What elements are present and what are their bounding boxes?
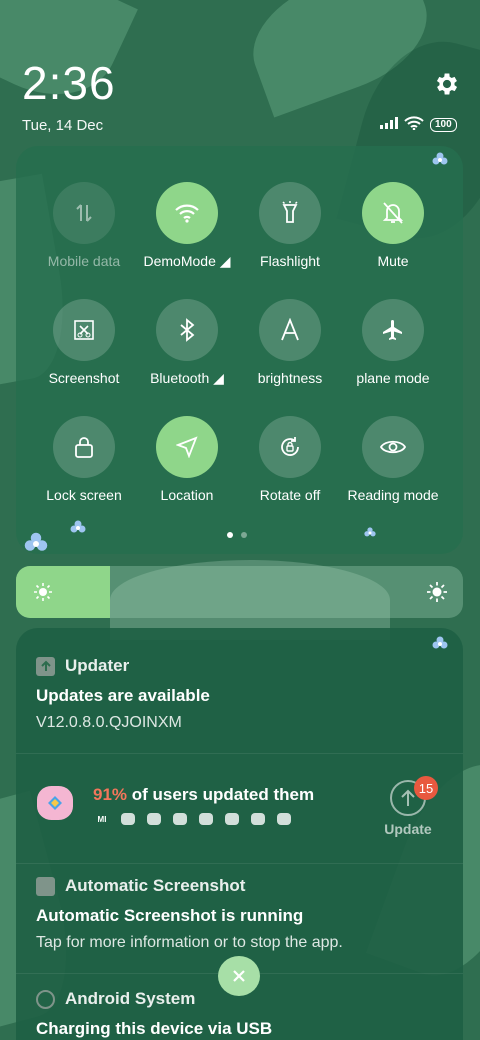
mi-icon: MI	[97, 814, 107, 824]
close-icon	[233, 970, 245, 982]
tile-flashlight[interactable]: Flashlight	[235, 182, 345, 269]
tile-brightness[interactable]: brightness	[235, 299, 345, 386]
pig-icon	[225, 813, 239, 825]
tile-label: Location	[160, 487, 214, 503]
frog-icon	[277, 813, 291, 825]
cat-icon	[173, 813, 187, 825]
chat-icon	[147, 813, 161, 825]
tile-mute[interactable]: Mute	[338, 182, 448, 269]
notification-text: Tap for more information or to stop the …	[36, 934, 343, 951]
tile-label: Mobile data	[47, 253, 121, 269]
battery-indicator: 100	[430, 118, 457, 132]
tile-lock-screen[interactable]: Lock screen	[29, 416, 139, 503]
tile-location[interactable]: Location	[132, 416, 242, 503]
tile-label: Mute	[377, 253, 409, 269]
notification-title: Automatic Screenshot is running	[36, 906, 304, 925]
date[interactable]: Tue, 14 Dec	[22, 117, 103, 134]
tile-screenshot[interactable]: Screenshot	[29, 299, 139, 386]
bear-icon	[251, 813, 265, 825]
lock-icon	[53, 416, 115, 478]
bell-off-icon	[362, 182, 424, 244]
update-badge: 15	[414, 776, 438, 800]
page-dot	[241, 532, 247, 538]
clock[interactable]: 2:36	[22, 56, 116, 110]
app-name: Android System	[65, 989, 196, 1008]
notification-updater[interactable]: Updater Updates are available V12.0.8.0.…	[36, 656, 210, 732]
tile-reading-mode[interactable]: Reading mode	[338, 416, 448, 503]
mascot-icon	[37, 786, 73, 820]
tile-label: plane mode	[356, 370, 430, 386]
robot-icon	[199, 813, 213, 825]
scissors-icon	[53, 299, 115, 361]
app-name: Automatic Screenshot	[65, 876, 246, 895]
signal-icon	[380, 116, 398, 134]
tile-bluetooth[interactable]: Bluetooth ◢	[132, 299, 242, 387]
tile-rotate-off[interactable]: Rotate off	[235, 416, 345, 503]
update-stat: 91% of users updated them	[93, 785, 314, 805]
flower-decoration	[24, 532, 48, 556]
tile-plane-mode[interactable]: plane mode	[338, 299, 448, 386]
page-indicator	[227, 532, 247, 538]
tile-label: Screenshot	[48, 370, 120, 386]
tile-label: Bluetooth ◢	[150, 370, 224, 386]
sun-dim-icon	[33, 582, 53, 602]
tile-label: DemoMode ◢	[143, 253, 231, 269]
notification-app-row: Automatic Screenshot	[36, 876, 343, 896]
tile-label: Flashlight	[260, 253, 320, 269]
flower-icon	[121, 813, 135, 825]
divider	[16, 753, 463, 754]
notification-android-system[interactable]: Android System Charging this device via …	[36, 989, 272, 1039]
flashlight-icon	[259, 182, 321, 244]
tile-label: Rotate off	[259, 487, 321, 503]
gear-icon[interactable]	[433, 70, 461, 98]
notification-title: Charging this device via USB	[36, 1019, 273, 1038]
bluetooth-icon	[156, 299, 218, 361]
tile-mobile-data[interactable]: Mobile data	[29, 182, 139, 269]
flower-decoration	[432, 152, 448, 168]
user-avatars-row: MI	[95, 813, 291, 825]
status-icons: 100	[380, 115, 457, 135]
tile-label: Reading mode	[347, 487, 439, 503]
update-button-label: Update	[384, 821, 432, 837]
auto-brightness-icon	[259, 299, 321, 361]
tile-label: Lock screen	[46, 487, 122, 503]
page-dot-active	[227, 532, 233, 538]
tile-demomode[interactable]: DemoMode ◢	[132, 182, 242, 270]
wifi-icon	[156, 182, 218, 244]
flower-decoration	[432, 636, 448, 652]
clear-all-button[interactable]	[218, 956, 260, 996]
flower-decoration	[364, 526, 376, 538]
flower-decoration	[70, 520, 86, 536]
app-name: Updater	[65, 656, 130, 675]
mobile-data-icon	[53, 182, 115, 244]
upload-icon	[36, 656, 55, 676]
brightness-fill	[16, 566, 110, 618]
update-percent: 91%	[93, 785, 128, 804]
sun-icon	[427, 582, 447, 602]
rotate-lock-icon	[259, 416, 321, 478]
app-square-icon	[36, 876, 55, 896]
notification-title: Updates are available	[36, 686, 210, 705]
notification-screenshot[interactable]: Automatic Screenshot Automatic Screensho…	[36, 876, 343, 952]
android-system-icon	[36, 989, 55, 1009]
brightness-slider[interactable]	[16, 566, 463, 618]
eye-icon	[362, 416, 424, 478]
wifi-icon	[404, 115, 424, 135]
notification-app-row: Updater	[36, 656, 210, 676]
airplane-icon	[362, 299, 424, 361]
update-stat-text: of users updated them	[127, 785, 315, 804]
divider	[16, 863, 463, 864]
tile-label: brightness	[257, 370, 323, 386]
notification-text: V12.0.8.0.QJOINXM	[36, 714, 182, 731]
location-arrow-icon	[156, 416, 218, 478]
